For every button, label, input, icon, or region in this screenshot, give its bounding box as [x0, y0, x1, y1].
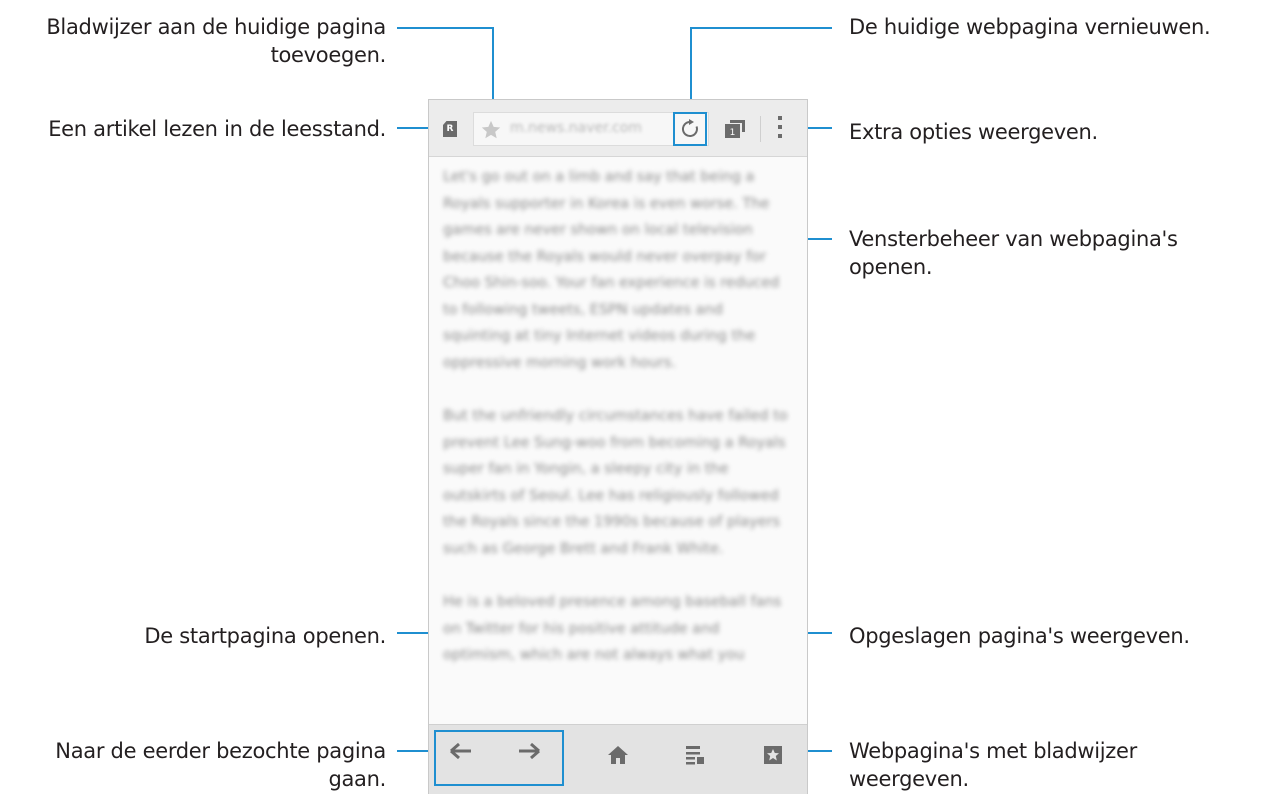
bookmarks-icon[interactable] [763, 745, 783, 765]
callout-home: De startpagina openen. [144, 624, 386, 648]
article-paragraph: He is a beloved presence among baseball … [443, 594, 782, 663]
callout-window-manager: Vensterbeheer van webpagina's openen. [849, 227, 1178, 279]
saved-pages-icon[interactable] [685, 745, 705, 765]
reader-mode-icon[interactable]: R [443, 121, 457, 137]
callout-reader-mode: Een artikel lezen in de leesstand. [48, 117, 386, 141]
leader-bookmark-add [397, 27, 494, 29]
browser-toolbar: R m.news.naver.com 1 [429, 100, 807, 157]
star-icon[interactable] [480, 119, 502, 141]
article-paragraph: But the unfriendly circumstances have fa… [443, 408, 788, 557]
callout-refresh: De huidige webpagina vernieuwen. [849, 15, 1211, 39]
callout-back-forward: Naar de eerder bezochte pagina gaan. [55, 739, 386, 791]
window-manager-icon[interactable]: 1 [725, 120, 745, 138]
browser-screen: R m.news.naver.com 1 Let's go out on a l… [428, 99, 808, 794]
refresh-icon[interactable] [673, 112, 707, 146]
bottom-navigation-bar [429, 724, 807, 794]
toolbar-divider [760, 116, 761, 142]
article-paragraph: Let's go out on a limb and say that bein… [443, 169, 780, 371]
callout-more-options: Extra opties weergeven. [849, 120, 1098, 144]
more-options-icon[interactable] [777, 116, 783, 142]
home-icon[interactable] [607, 745, 629, 765]
url-text[interactable]: m.news.naver.com [510, 120, 642, 136]
article-body: Let's go out on a limb and say that bein… [443, 164, 793, 696]
leader-refresh [690, 27, 832, 29]
forward-arrow-icon[interactable] [517, 741, 541, 761]
callout-saved-pages: Opgeslagen pagina's weergeven. [849, 624, 1190, 648]
callout-bookmark-add: Bladwijzer aan de huidige pagina toevoeg… [46, 15, 386, 67]
tab-count: 1 [730, 128, 736, 138]
back-arrow-icon[interactable] [449, 741, 473, 761]
callout-bookmarks: Webpagina's met bladwijzer weergeven. [849, 739, 1137, 791]
